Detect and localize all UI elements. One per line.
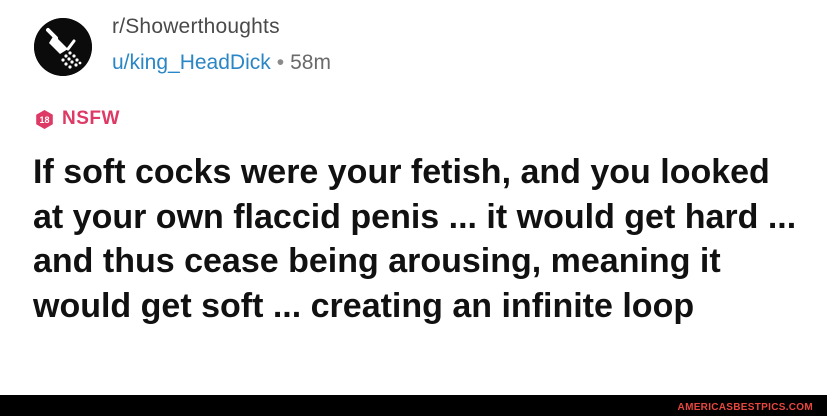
post-title[interactable]: If soft cocks were your fetish, and you … [33,150,803,328]
nsfw-label: NSFW [62,108,120,129]
nsfw-18-icon: 18 [36,109,53,129]
meta-separator: • [276,51,285,74]
watermark-text: AMERICASBESTPICS.COM [677,402,813,413]
subreddit-avatar[interactable] [34,18,92,76]
subreddit-name[interactable]: r/Showerthoughts [112,15,280,39]
post-meta: u/king_HeadDick • 58m [112,51,331,75]
nsfw-tag: 18 NSFW [34,108,120,130]
watermark-bar: AMERICASBESTPICS.COM [0,395,827,416]
post-age: 58m [290,51,331,74]
nsfw-icon-text: 18 [39,115,49,125]
showerhead-icon [34,18,92,76]
author-username[interactable]: u/king_HeadDick [112,51,271,74]
